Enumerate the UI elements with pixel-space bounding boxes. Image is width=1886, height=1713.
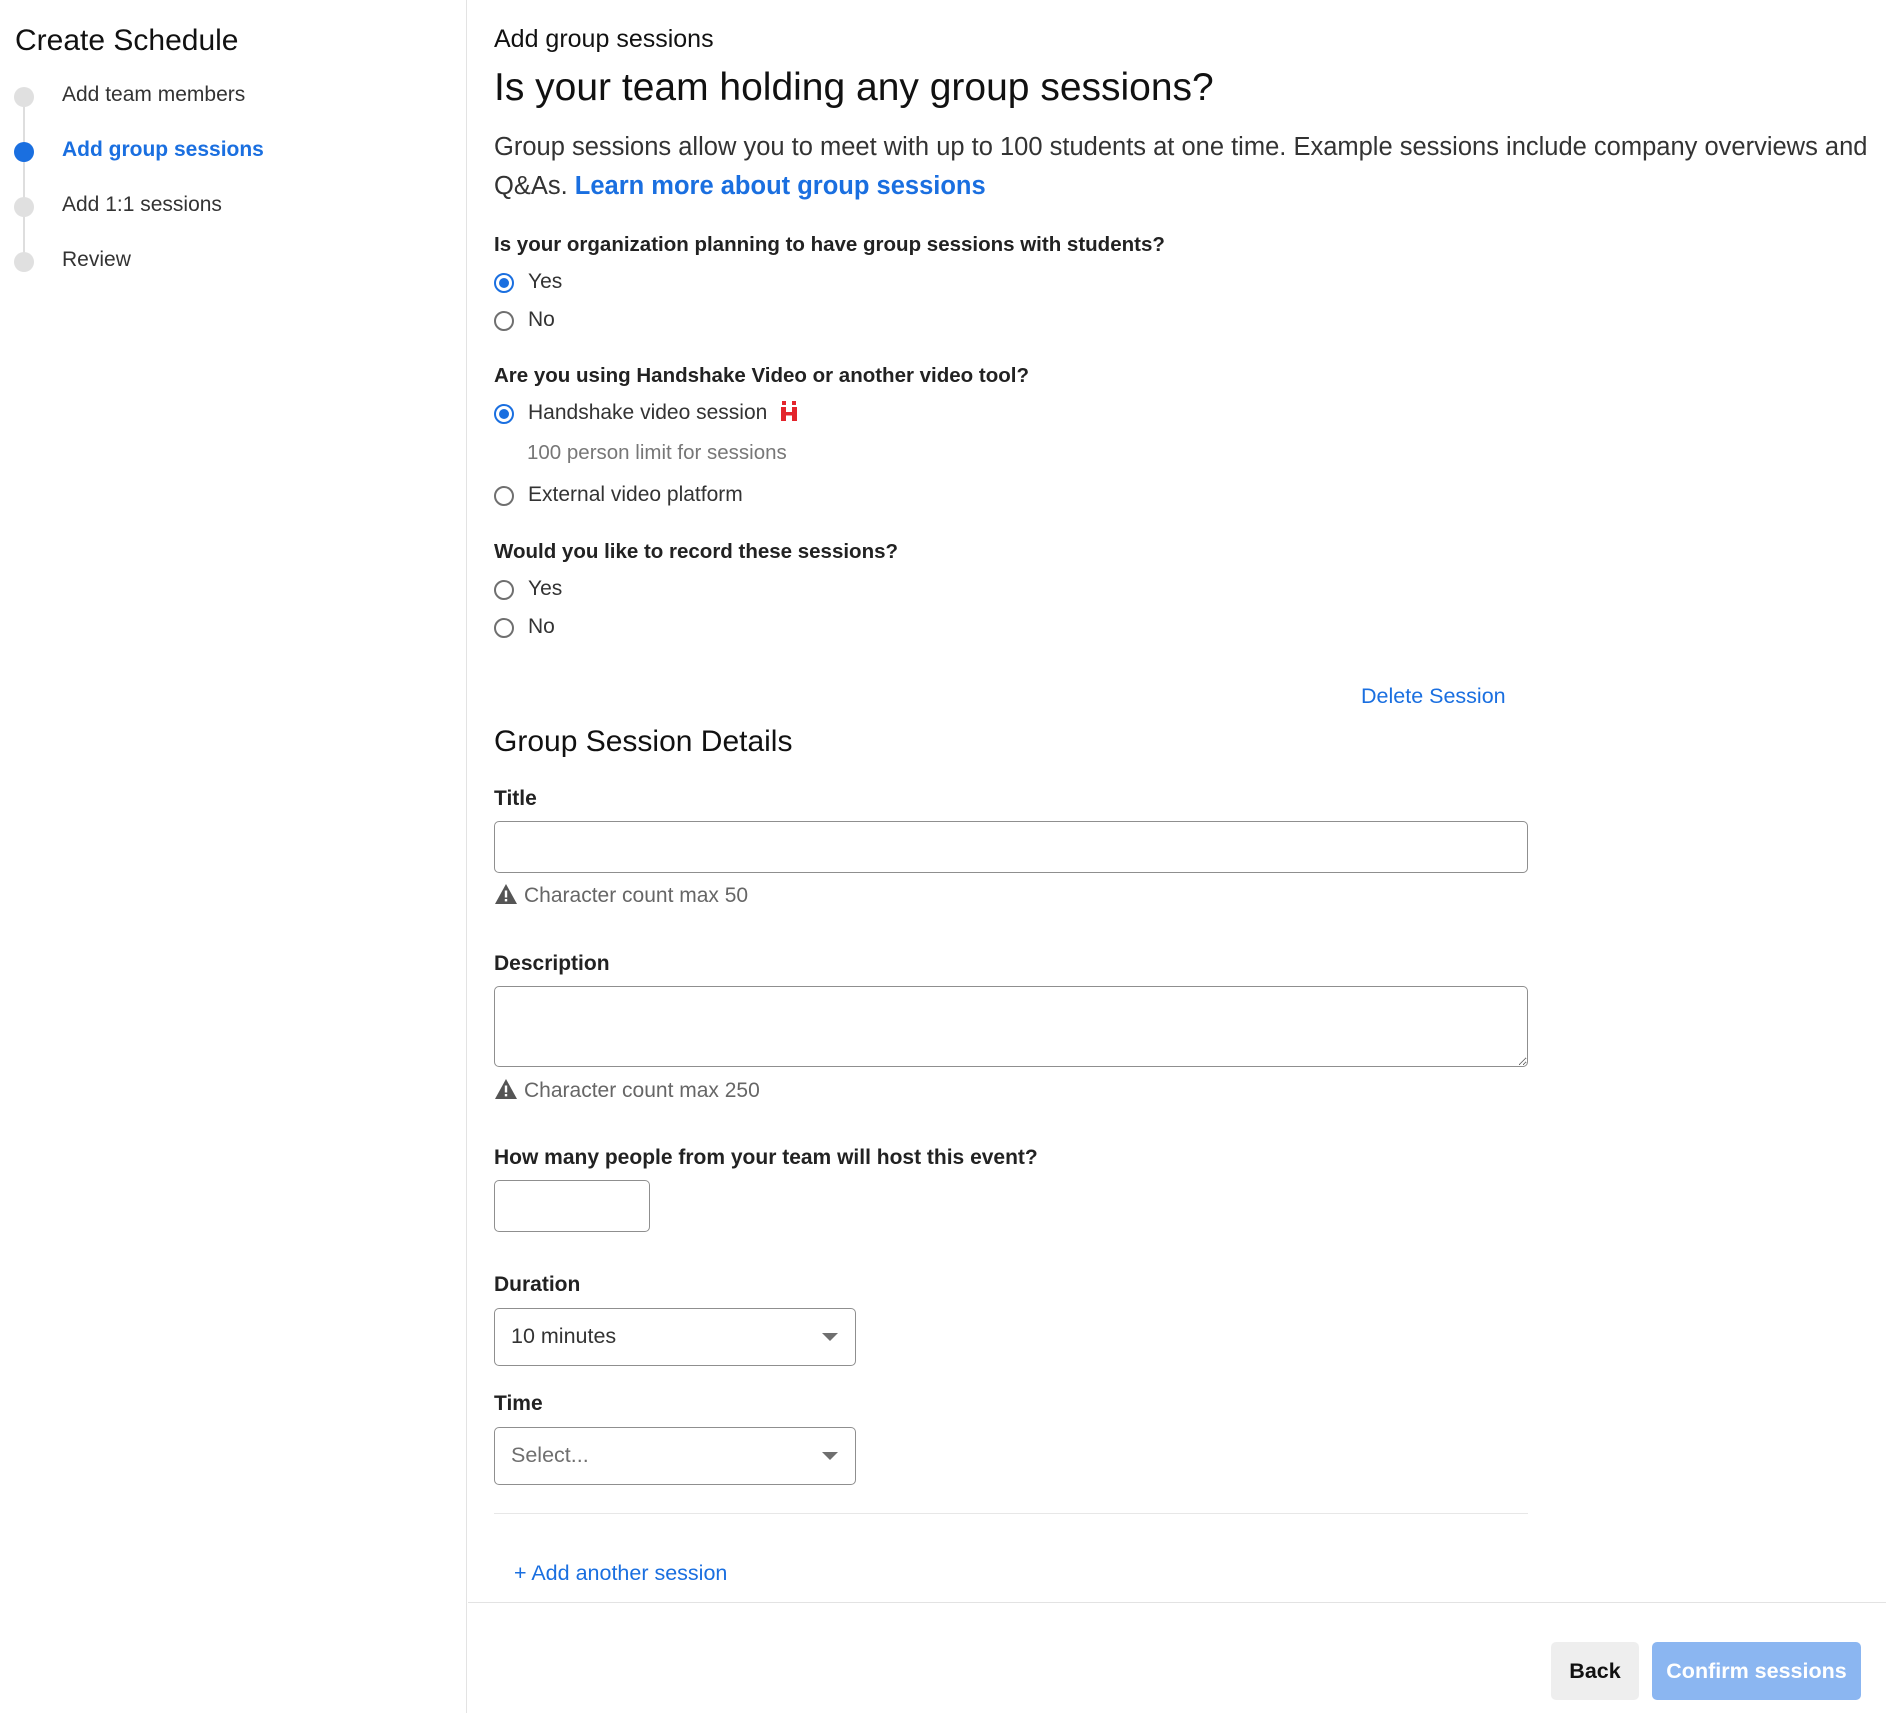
confirm-sessions-button[interactable]: Confirm sessions xyxy=(1652,1642,1861,1700)
radio-button[interactable] xyxy=(494,311,514,331)
description-textarea[interactable] xyxy=(494,986,1528,1067)
page-title: Is your team holding any group sessions? xyxy=(494,66,1214,109)
radio-label: No xyxy=(528,615,555,638)
radio-button-checked[interactable] xyxy=(494,273,514,293)
hosts-count-input[interactable] xyxy=(494,1180,650,1232)
chevron-down-icon xyxy=(822,1452,838,1460)
radio-label: No xyxy=(528,308,555,331)
radio-label: Handshake video session xyxy=(528,401,768,424)
handshake-logo-icon xyxy=(781,401,797,421)
time-placeholder: Select... xyxy=(511,1443,589,1467)
step-dot-active xyxy=(14,142,34,162)
radio-label: Yes xyxy=(528,270,563,293)
step-dot xyxy=(14,87,34,107)
time-label: Time xyxy=(494,1392,543,1415)
question-video-tool: Are you using Handshake Video or another… xyxy=(494,364,1029,387)
radio-button[interactable] xyxy=(494,618,514,638)
radio-button[interactable] xyxy=(494,580,514,600)
step-label: Add 1:1 sessions xyxy=(62,193,222,216)
step-label: Review xyxy=(62,248,131,271)
back-button[interactable]: Back xyxy=(1551,1642,1639,1700)
step-dot xyxy=(14,197,34,217)
question-group-sessions: Is your organization planning to have gr… xyxy=(494,233,1165,256)
warning-triangle-icon xyxy=(495,884,517,904)
hosts-count-label: How many people from your team will host… xyxy=(494,1146,1038,1169)
question-record-sessions: Would you like to record these sessions? xyxy=(494,540,899,563)
warning-triangle-icon xyxy=(495,1079,517,1099)
sidebar: Create Schedule Add team members Add gro… xyxy=(0,0,467,1713)
step-label: Add team members xyxy=(62,83,246,106)
delete-session-link[interactable]: Delete Session xyxy=(1361,684,1506,709)
duration-value: 10 minutes xyxy=(511,1324,617,1348)
radio-button-checked[interactable] xyxy=(494,404,514,424)
footer-bar: Back Confirm sessions xyxy=(468,1602,1886,1713)
add-another-session-link[interactable]: + Add another session xyxy=(514,1561,727,1586)
title-input[interactable] xyxy=(494,821,1528,873)
time-select[interactable]: Select... xyxy=(494,1427,856,1485)
handshake-video-hint: 100 person limit for sessions xyxy=(527,441,787,464)
title-helper-text: Character count max 50 xyxy=(524,884,749,907)
radio-label: External video platform xyxy=(528,483,743,506)
radio-label: Yes xyxy=(528,577,563,600)
radio-button[interactable] xyxy=(494,486,514,506)
step-label: Add group sessions xyxy=(62,138,264,161)
learn-more-link[interactable]: Learn more about group sessions xyxy=(575,172,986,200)
chevron-down-icon xyxy=(822,1333,838,1341)
title-label: Title xyxy=(494,787,537,810)
step-dot xyxy=(14,252,34,272)
group-session-details-title: Group Session Details xyxy=(494,725,793,758)
duration-select[interactable]: 10 minutes xyxy=(494,1308,856,1366)
description-label: Description xyxy=(494,952,610,975)
duration-label: Duration xyxy=(494,1273,581,1296)
section-kicker: Add group sessions xyxy=(494,25,714,53)
sidebar-title: Create Schedule xyxy=(15,24,239,57)
description-helper: Character count max 250 xyxy=(494,1078,760,1103)
section-divider xyxy=(494,1513,1528,1514)
title-helper: Character count max 50 xyxy=(494,883,748,908)
description-helper-text: Character count max 250 xyxy=(524,1079,760,1102)
intro-paragraph: Group sessions allow you to meet with up… xyxy=(494,128,1880,206)
stepper-line xyxy=(23,97,25,262)
